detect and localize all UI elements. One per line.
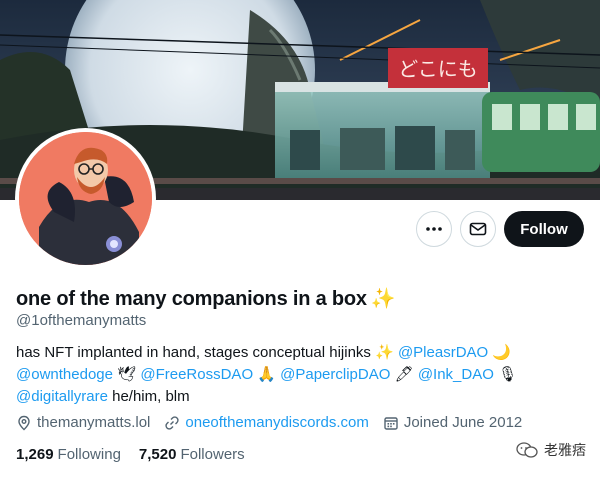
bio-emoji: 🎙 — [498, 366, 518, 383]
website-link[interactable]: oneofthemanydiscords.com — [185, 414, 368, 431]
bio-emoji: ✨ — [375, 344, 394, 361]
joined-text: Joined June 2012 — [403, 414, 523, 431]
profile-bio: has NFT implanted in hand, stages concep… — [16, 342, 586, 408]
bio-mention-link[interactable]: @digitallyrare — [16, 388, 108, 405]
banner-sign-text: どこにも — [398, 57, 477, 81]
link-icon — [165, 415, 179, 430]
joined-item: Joined June 2012 — [383, 414, 522, 431]
location-pin-icon — [18, 415, 30, 430]
followers-count: 7,520 — [138, 446, 177, 463]
followers-stat[interactable]: 7,520 Followers — [139, 446, 245, 463]
wechat-watermark: 老雅痞 — [516, 440, 586, 460]
more-dots-icon — [426, 227, 442, 231]
bio-mention-link[interactable]: @Ink_DAO — [418, 366, 494, 383]
following-label: Following — [57, 446, 121, 463]
bio-emoji: 🌙 — [492, 344, 512, 361]
watermark-text: 老雅痞 — [544, 442, 586, 458]
bio-mention-link[interactable]: @PaperclipDAO — [280, 366, 390, 383]
bio-emoji: 🖊 — [394, 366, 414, 383]
bio-mention-link[interactable]: @ownthedoge — [16, 366, 113, 383]
bio-emoji: 🙏 — [257, 366, 276, 383]
following-count: 1,269 — [16, 446, 54, 463]
bio-mention-link[interactable]: @FreeRossDAO — [140, 366, 253, 383]
bio-text: he/him, blm — [107, 388, 190, 405]
display-name: one of the many companions in a box ✨ — [16, 286, 396, 311]
more-button[interactable] — [416, 211, 452, 247]
website-item[interactable]: oneofthemanydiscords.com — [164, 414, 369, 431]
calendar-icon — [384, 416, 398, 430]
bio-text: has NFT implanted in hand, stages concep… — [16, 344, 376, 361]
profile-actions: Follow — [416, 211, 584, 247]
followers-label: Followers — [180, 446, 245, 463]
display-name-text: one of the many companions in a box — [16, 288, 367, 310]
sparkles-emoji: ✨ — [370, 288, 396, 310]
wechat-logo-icon — [516, 442, 538, 458]
bio-emoji: 🕊 — [117, 366, 137, 383]
profile-meta: themanymatts.lol oneofthemanydiscords.co… — [16, 414, 522, 431]
envelope-icon — [469, 222, 487, 236]
avatar-image — [19, 132, 152, 265]
following-stat[interactable]: 1,269 Following — [16, 446, 121, 463]
location-item: themanymatts.lol — [16, 414, 150, 431]
profile-stats: 1,269 Following 7,520 Followers — [16, 446, 245, 463]
follow-button[interactable]: Follow — [504, 211, 584, 247]
bio-mention-link[interactable]: @PleasrDAO — [398, 344, 488, 361]
profile-avatar[interactable] — [15, 128, 156, 269]
user-handle: @1ofthemanymatts — [16, 312, 147, 329]
location-text: themanymatts.lol — [37, 414, 151, 431]
message-button[interactable] — [460, 211, 496, 247]
